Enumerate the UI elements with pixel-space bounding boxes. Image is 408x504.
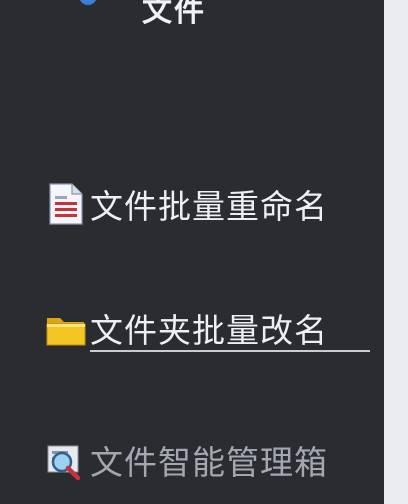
sidebar-panel: 文件 文件批量重命名 文件夹批量改名 文件智能管理箱 — [0, 0, 384, 504]
menu-item-batch-rename-files[interactable]: 文件批量重命名 — [44, 180, 328, 228]
magnifier-icon — [44, 438, 88, 482]
menu-item-smart-file-manager[interactable]: 文件智能管理箱 — [44, 436, 328, 484]
menu-item-label: 文件夹批量改名 — [90, 311, 328, 350]
header: 文件 — [0, 0, 384, 29]
active-item-underline — [90, 350, 370, 352]
folder-icon — [44, 306, 88, 350]
app-logo-icon — [74, 0, 102, 10]
document-icon — [44, 182, 88, 226]
menu-item-label: 文件智能管理箱 — [90, 443, 328, 482]
menu-item-batch-rename-folders[interactable]: 文件夹批量改名 — [44, 304, 328, 352]
app-title: 文件 — [142, 0, 206, 29]
menu-item-label: 文件批量重命名 — [90, 187, 328, 226]
